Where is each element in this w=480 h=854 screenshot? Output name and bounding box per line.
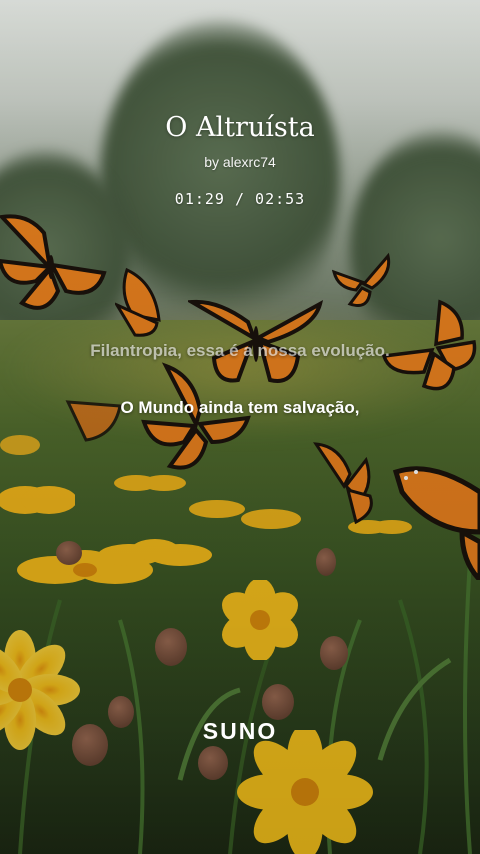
lyric-previous-line: Filantropia, essa é a nossa evolução. <box>90 341 390 360</box>
suno-logo: SUNO <box>202 718 278 744</box>
song-title: O Altruísta <box>165 112 315 143</box>
artist-credit: by alexrc74 <box>204 154 276 170</box>
lyric-current-line: O Mundo ainda tem salvação, <box>120 398 360 417</box>
playback-time: 01:29 / 02:53 <box>174 190 306 208</box>
